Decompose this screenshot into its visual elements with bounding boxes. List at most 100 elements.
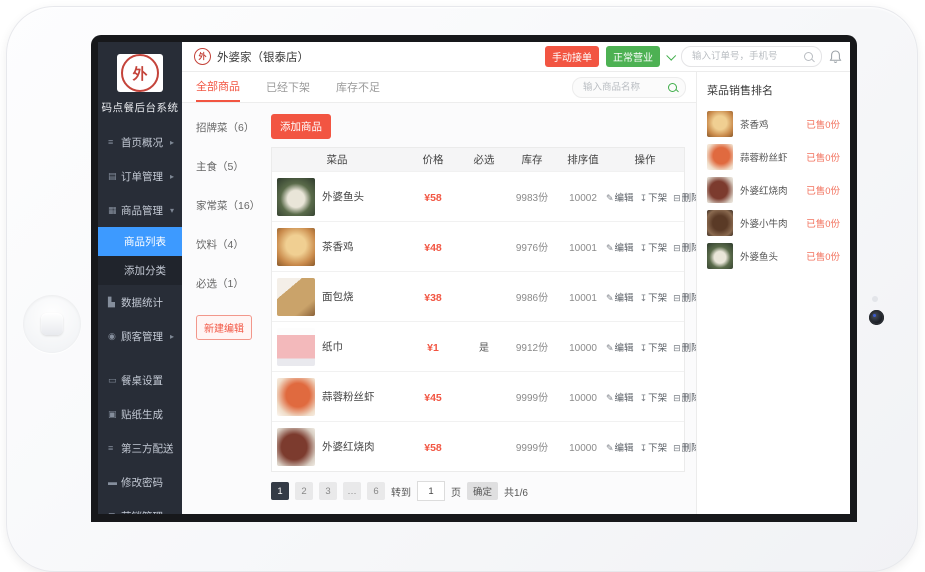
category-item[interactable]: 必选（1） [196,276,270,291]
ranking-item: 外婆小牛肉 已售0份 [707,206,840,239]
take-off-shelf-button[interactable]: ↧下架 [640,290,668,304]
category-label: 主食（5） [196,161,244,173]
category-item[interactable]: 家常菜（16） [196,198,270,213]
sidebar-item[interactable]: ▦ 商品管理 ▾ [98,193,182,227]
take-off-shelf-button[interactable]: ↧下架 [640,390,668,404]
off-shelf-icon: ↧ [640,443,648,453]
search-icon[interactable] [804,52,813,61]
manual-order-button[interactable]: 手动接单 [545,46,599,67]
dish-price: ¥45 [424,392,442,404]
front-camera [869,310,884,325]
page-button[interactable]: 2 [295,482,313,500]
edit-button[interactable]: ✎编辑 [606,440,634,454]
top-header: 外 外婆家（银泰店） 手动接单 正常营业 [182,42,850,72]
goto-confirm-button[interactable]: 确定 [467,482,498,500]
sidebar-menu-bottom: ▭ 餐桌设置 ▣ 贴纸生成 ≡ 第三方配送 [98,363,182,514]
take-off-shelf-button[interactable]: ↧下架 [640,440,668,454]
page-button[interactable]: … [343,482,361,500]
take-off-shelf-button[interactable]: ↧下架 [640,240,668,254]
col-header-actions: 操作 [606,152,684,167]
sidebar-item[interactable]: ⊞ 营销管理 ▸ [98,499,182,514]
ranking-item: 外婆红烧肉 已售0份 [707,173,840,206]
category-label: 必选（1） [196,278,244,290]
take-off-shelf-button[interactable]: ↧下架 [640,190,668,204]
ranking-item: 蒜蓉粉丝虾 已售0份 [707,140,840,173]
order-search-input[interactable] [690,50,799,63]
tablet-bezel: 外 码点餐后台系统 ≡ 首页概况 ▸ ▤ 订单管理 [6,6,918,572]
home-button[interactable] [23,295,81,353]
goods-search-input[interactable] [581,81,663,94]
sold-count-badge: 已售0份 [806,216,840,230]
sidebar-item[interactable]: ▬ 修改密码 [98,465,182,499]
sidebar-item[interactable]: ▙ 数据统计 [98,285,182,319]
tab[interactable]: 全部商品 [196,72,240,102]
category-item[interactable]: 主食（5） [196,159,270,174]
sidebar-item-icon: ◉ [108,331,121,342]
tabs-bar: 全部商品 已经下架 库存不足 [182,72,696,103]
dish-photo [707,243,733,269]
dish-name: 面包烧 [322,289,354,304]
edit-button[interactable]: ✎编辑 [606,240,634,254]
tab[interactable]: 已经下架 [266,72,310,102]
goods-management-panel: 全部商品 已经下架 库存不足 [182,72,696,514]
edit-button[interactable]: ✎编辑 [606,340,634,354]
search-icon[interactable] [668,83,677,92]
edit-button[interactable]: ✎编辑 [606,290,634,304]
sidebar-item[interactable]: ≡ 首页概况 ▸ [98,125,182,159]
dish-photo [707,144,733,170]
dish-stock: 9999份 [516,443,548,454]
notification-bell-icon[interactable] [829,50,842,64]
category-item[interactable]: 饮料（4） [196,237,270,252]
dish-photo [277,328,315,366]
col-header-dish: 菜品 [272,152,402,167]
tabs: 全部商品 已经下架 库存不足 [196,72,406,102]
sidebar-subitem[interactable]: 添加分类 [98,256,182,285]
sidebar-item[interactable]: ◉ 顾客管理 ▸ [98,319,182,353]
trash-icon: ⊟ [673,293,681,303]
page-button[interactable]: 1 [271,482,289,500]
sidebar-menu-mid: ▙ 数据统计 ◉ 顾客管理 ▸ [98,285,182,353]
sidebar-subitem[interactable]: 商品列表 [98,227,182,256]
add-product-button[interactable]: 添加商品 [271,114,331,139]
table-row: 纸巾 ¥1 是 9912份 10000 ✎编辑 [272,321,684,371]
goto-page-input[interactable] [417,481,445,501]
app-logo: 外 [117,54,163,92]
table-row: 外婆鱼头 ¥58 9983份 10002 ✎编辑 [272,171,684,221]
store-name: 外婆家（银泰店） [217,49,309,65]
sidebar-item[interactable]: ▤ 订单管理 ▸ [98,159,182,193]
take-off-shelf-button[interactable]: ↧下架 [640,340,668,354]
sidebar-item-icon: ⊞ [108,511,121,515]
dish-required: 是 [479,343,489,354]
page-button[interactable]: 6 [367,482,385,500]
row-actions: ✎编辑 ↧下架 ⊟删除 [606,190,701,204]
new-edit-category-button[interactable]: 新建编辑 [196,315,252,340]
business-status-button[interactable]: 正常营业 [606,46,660,67]
trash-icon: ⊟ [673,393,681,403]
sidebar-item-label: 餐桌设置 [121,373,174,388]
row-actions: ✎编辑 ↧下架 ⊟删除 [606,290,701,304]
trash-icon: ⊟ [673,443,681,453]
main-area: 外 外婆家（银泰店） 手动接单 正常营业 [182,42,850,514]
table-header-row: 菜品 价格 必选 库存 排序值 操作 [272,148,684,171]
dish-name: 外婆红烧肉 [322,439,375,454]
sidebar-item[interactable]: ▣ 贴纸生成 [98,397,182,431]
page-button[interactable]: 3 [319,482,337,500]
dish-price: ¥1 [427,342,439,354]
row-actions: ✎编辑 ↧下架 ⊟删除 [606,240,701,254]
ranking-dish-name: 外婆红烧肉 [740,183,788,197]
dish-stock: 9986份 [516,293,548,304]
edit-button[interactable]: ✎编辑 [606,390,634,404]
tab[interactable]: 库存不足 [336,72,380,102]
off-shelf-icon: ↧ [640,243,648,253]
sidebar-item[interactable]: ≡ 第三方配送 [98,431,182,465]
sidebar-item-icon: ▣ [108,409,121,420]
sidebar-item[interactable]: ▭ 餐桌设置 [98,363,182,397]
store-brand: 外 外婆家（银泰店） [194,48,309,65]
chevron-icon: ▾ [170,206,174,215]
chevron-down-icon[interactable] [666,51,676,61]
sidebar-submenu: 商品列表 添加分类 [98,227,182,285]
category-item[interactable]: 招牌菜（6） [196,120,270,135]
dish-sort-value: 10000 [569,393,597,404]
sidebar-item-label: 第三方配送 [121,441,174,456]
edit-button[interactable]: ✎编辑 [606,190,634,204]
